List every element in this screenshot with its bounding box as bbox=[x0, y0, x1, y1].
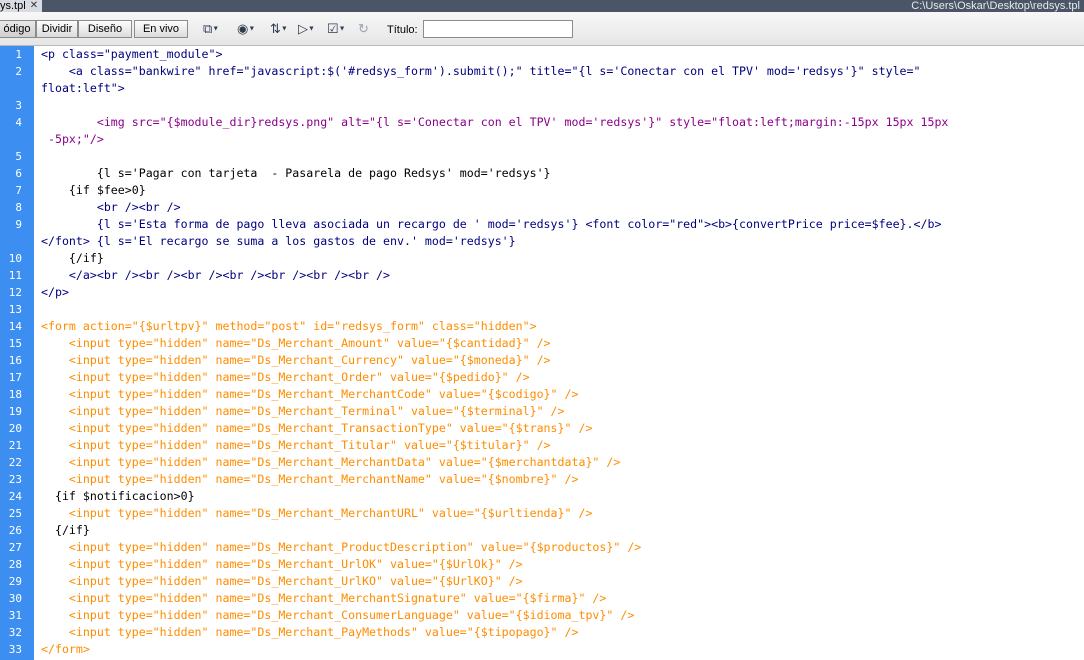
close-tab-icon[interactable]: ✕ bbox=[30, 0, 38, 12]
code-line: </p> bbox=[41, 285, 69, 299]
code-line: float:left"> bbox=[41, 81, 125, 95]
debug-icon[interactable]: ⇅▼ bbox=[270, 19, 288, 39]
line-number: 8 bbox=[15, 201, 22, 214]
live-view-button[interactable]: En vivo bbox=[134, 20, 188, 38]
document-tab[interactable]: ys.tpl ✕ bbox=[0, 0, 43, 12]
line-number: 1 bbox=[15, 48, 22, 61]
title-input[interactable] bbox=[423, 20, 573, 38]
line-number: 16 bbox=[8, 354, 22, 367]
code-line: {/if} bbox=[41, 251, 104, 265]
line-number: 27 bbox=[8, 541, 22, 554]
line-number: 4 bbox=[15, 116, 22, 129]
code-line: <form action="{$urltpv}" method="post" i… bbox=[41, 319, 537, 333]
line-number: 14 bbox=[8, 320, 22, 333]
line-number: 7 bbox=[15, 184, 22, 197]
line-number: 32 bbox=[8, 626, 22, 639]
line-number: 33 bbox=[8, 643, 22, 656]
visual-aids-icon[interactable]: ▷▼ bbox=[298, 19, 315, 39]
line-number: 30 bbox=[8, 592, 22, 605]
title-bar: ys.tpl ✕ C:\Users\Oskar\Desktop\redsys.t… bbox=[0, 0, 1084, 12]
code-line: <input type="hidden" name="Ds_Merchant_C… bbox=[41, 353, 551, 367]
code-line: <input type="hidden" name="Ds_Merchant_M… bbox=[41, 591, 607, 605]
line-number: 23 bbox=[8, 473, 22, 486]
code-line: {l s='Pagar con tarjeta - Pasarela de pa… bbox=[41, 166, 551, 180]
code-line: </form> bbox=[41, 642, 90, 656]
code-line: <input type="hidden" name="Ds_Merchant_M… bbox=[41, 387, 579, 401]
code-line: {if $notificacion>0} bbox=[41, 489, 195, 503]
line-number: 29 bbox=[8, 575, 22, 588]
code-line: <input type="hidden" name="Ds_Merchant_M… bbox=[41, 506, 593, 520]
title-label: Título: bbox=[387, 24, 418, 36]
line-number: 9 bbox=[15, 218, 22, 231]
line-number-gutter: 1 2 3 4 5 6 7 8 9 10 11 12 13 14 15 16 1… bbox=[0, 46, 34, 660]
code-line: <br /><br /> bbox=[41, 200, 181, 214]
line-number: 10 bbox=[8, 252, 22, 265]
line-number: 31 bbox=[8, 609, 22, 622]
code-line: {/if} bbox=[41, 523, 90, 537]
line-number: 21 bbox=[8, 439, 22, 452]
code-line: <input type="hidden" name="Ds_Merchant_M… bbox=[41, 455, 621, 469]
file-path: C:\Users\Oskar\Desktop\redsys.tpl bbox=[911, 0, 1080, 12]
line-number: 19 bbox=[8, 405, 22, 418]
code-line: <input type="hidden" name="Ds_Merchant_A… bbox=[41, 336, 551, 350]
code-editor[interactable]: 1 2 3 4 5 6 7 8 9 10 11 12 13 14 15 16 1… bbox=[0, 46, 1084, 660]
line-number: 6 bbox=[15, 167, 22, 180]
code-view-button[interactable]: ódigo bbox=[0, 20, 36, 38]
line-number: 26 bbox=[8, 524, 22, 537]
document-toolbar: ódigo Dividir Diseño En vivo ⧉▼ ◉▼ ⇅▼ ▷▼… bbox=[0, 12, 1084, 46]
code-line: <a class="bankwire" href="javascript:$('… bbox=[41, 64, 921, 78]
code-line: <input type="hidden" name="Ds_Merchant_P… bbox=[41, 540, 642, 554]
line-number: 24 bbox=[8, 490, 22, 503]
code-line: <p class="payment_module"> bbox=[41, 47, 223, 61]
line-number: 3 bbox=[15, 99, 22, 112]
line-number: 22 bbox=[8, 456, 22, 469]
line-number: 13 bbox=[8, 303, 22, 316]
line-number: 5 bbox=[15, 150, 22, 163]
code-line: <input type="hidden" name="Ds_Merchant_P… bbox=[41, 625, 579, 639]
line-number: 18 bbox=[8, 388, 22, 401]
design-view-button[interactable]: Diseño bbox=[78, 20, 132, 38]
validate-markup-icon[interactable]: ☑▼ bbox=[327, 19, 346, 39]
preview-browser-icon[interactable]: ◉▼ bbox=[237, 19, 255, 39]
line-number: 2 bbox=[15, 65, 22, 78]
code-line: <input type="hidden" name="Ds_Merchant_T… bbox=[41, 404, 565, 418]
code-line: <input type="hidden" name="Ds_Merchant_T… bbox=[41, 421, 593, 435]
line-number: 20 bbox=[8, 422, 22, 435]
code-line: </font> {l s='El recargo se suma a los g… bbox=[41, 234, 516, 248]
code-line: <img src="{$module_dir}redsys.png" alt="… bbox=[41, 115, 949, 129]
refresh-icon[interactable]: ↻ bbox=[358, 19, 369, 39]
code-line: -5px;"/> bbox=[41, 132, 104, 146]
line-number: 15 bbox=[8, 337, 22, 350]
line-number: 25 bbox=[8, 507, 22, 520]
code-line: <input type="hidden" name="Ds_Merchant_M… bbox=[41, 472, 579, 486]
code-line: </a><br /><br /><br /><br /><br /><br />… bbox=[41, 268, 391, 282]
line-number: 11 bbox=[8, 269, 22, 282]
line-number: 28 bbox=[8, 558, 22, 571]
code-line: <input type="hidden" name="Ds_Merchant_U… bbox=[41, 557, 523, 571]
split-view-button[interactable]: Dividir bbox=[36, 20, 78, 38]
code-line: <input type="hidden" name="Ds_Merchant_O… bbox=[41, 370, 530, 384]
document-tab-label: ys.tpl bbox=[0, 0, 26, 12]
code-line: {l s='Esta forma de pago lleva asociada … bbox=[41, 217, 942, 231]
code-line: <input type="hidden" name="Ds_Merchant_U… bbox=[41, 574, 523, 588]
code-line: <input type="hidden" name="Ds_Merchant_C… bbox=[41, 608, 635, 622]
code-line: {if $fee>0} bbox=[41, 183, 146, 197]
code-line: <input type="hidden" name="Ds_Merchant_T… bbox=[41, 438, 551, 452]
file-management-icon[interactable]: ⧉▼ bbox=[203, 19, 219, 39]
line-number: 12 bbox=[8, 286, 22, 299]
line-number: 17 bbox=[8, 371, 22, 384]
